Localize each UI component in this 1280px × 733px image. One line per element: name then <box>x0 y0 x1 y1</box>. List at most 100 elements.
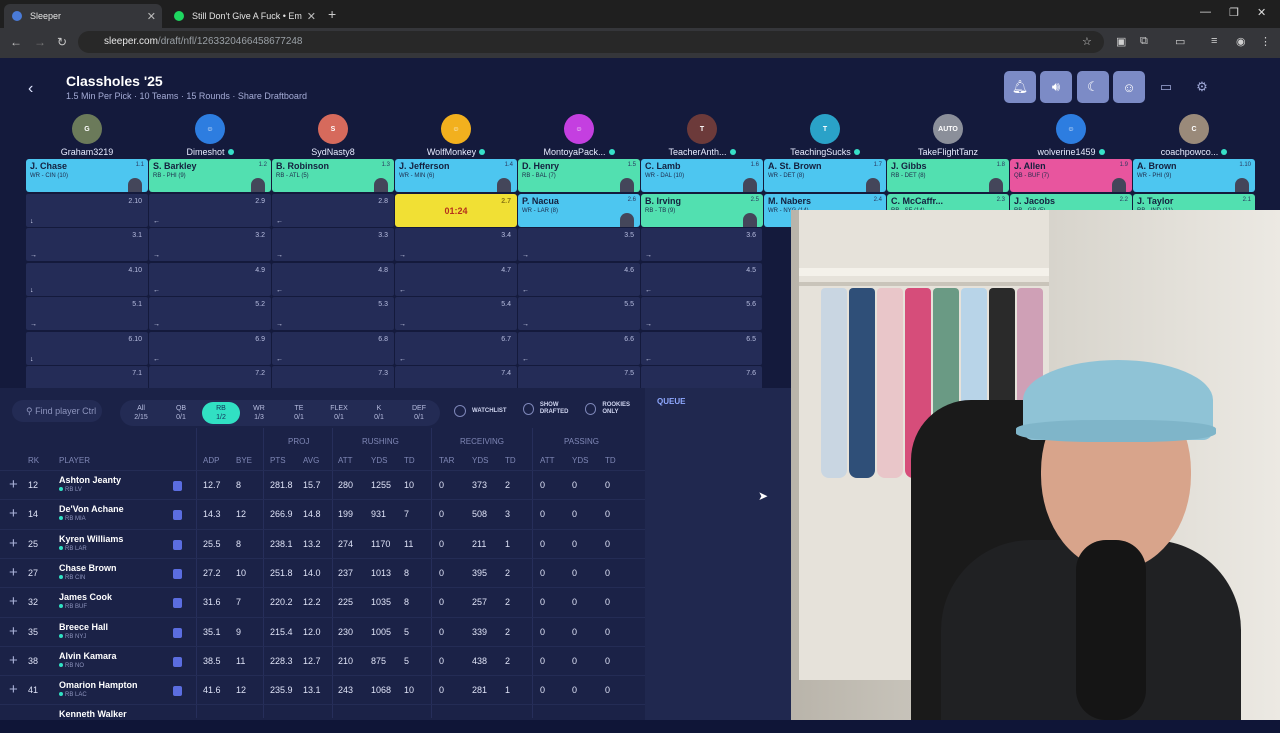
add-to-queue-icon[interactable]: + <box>9 535 18 552</box>
empty-pick-slot[interactable]: 5.6 → <box>641 297 762 330</box>
team-header[interactable]: ☺ WolfMonkey <box>396 114 516 157</box>
pick-card[interactable]: J. Allen QB - BUF (7) 1.9 <box>1010 159 1132 192</box>
pick-card[interactable]: B. Irving RB - TB (9) 2.5 <box>641 194 763 227</box>
empty-pick-slot[interactable]: 4.6 ← <box>518 263 640 296</box>
team-header[interactable]: T TeachingSucks <box>765 114 885 157</box>
team-header[interactable]: ☺ Dimeshot <box>150 114 270 157</box>
player-news-icon[interactable] <box>173 568 182 579</box>
table-row[interactable]: +14 De'Von Achane RB MIA 14.3 12 266.9 14.8 199… <box>0 499 645 528</box>
player-name[interactable]: Alvin Kamara <box>59 651 117 661</box>
pick-card[interactable]: S. Barkley RB - PHI (9) 1.2 <box>149 159 271 192</box>
table-row[interactable]: +35 Breece Hall RB NYJ 35.1 9 215.4 12.0 230 100… <box>0 616 645 646</box>
media-icon[interactable]: ≡ <box>1211 35 1217 47</box>
pick-card[interactable]: P. Nacua WR - LAR (8) 2.6 <box>518 194 640 227</box>
table-row[interactable]: Kenneth Walker <box>0 704 645 733</box>
table-row[interactable]: +38 Alvin Kamara RB NO 38.5 11 228.3 12.7 210 87… <box>0 645 645 675</box>
table-row[interactable]: +12 Ashton Jeanty RB LV 12.7 8 281.8 15.7 280 12… <box>0 470 645 499</box>
column-header-att[interactable]: ATT <box>540 456 555 465</box>
position-filter-k[interactable]: K 0/1 <box>360 402 398 424</box>
empty-pick-slot[interactable]: 2.10 ↓ <box>26 194 148 227</box>
pick-card[interactable]: A. St. Brown WR - DET (8) 1.7 <box>764 159 886 192</box>
bell-button[interactable]: 🔔︎ <box>1004 71 1036 103</box>
empty-pick-slot[interactable]: 6.9 ← <box>149 332 271 365</box>
column-header-tar[interactable]: TAR <box>439 456 454 465</box>
position-filter-all[interactable]: All 2/15 <box>122 402 160 424</box>
close-tab-icon[interactable]: ✕ <box>307 10 316 23</box>
close-window-icon[interactable]: ✕ <box>1257 6 1266 19</box>
empty-pick-slot[interactable]: 2.9 ← <box>149 194 271 227</box>
draft-subtitle[interactable]: 1.5 Min Per Pick · 10 Teams · 15 Rounds … <box>66 91 307 101</box>
column-header-player[interactable]: PLAYER <box>59 456 90 465</box>
empty-pick-slot[interactable]: 6.10 ↓ <box>26 332 148 365</box>
add-to-queue-icon[interactable]: + <box>9 623 18 640</box>
empty-pick-slot[interactable]: 6.7 ← <box>395 332 517 365</box>
pick-card[interactable]: C. Lamb WR - DAL (10) 1.6 <box>641 159 763 192</box>
player-news-icon[interactable] <box>173 627 182 638</box>
empty-pick-slot[interactable]: 4.9 ← <box>149 263 271 296</box>
back-arrow-icon[interactable]: ‹ <box>28 80 33 98</box>
player-news-icon[interactable] <box>173 539 182 550</box>
url-field[interactable]: sleeper.com/draft/nfl/126332046645867724… <box>78 31 1104 53</box>
new-tab-icon[interactable]: + <box>328 6 336 22</box>
add-to-queue-icon[interactable]: + <box>9 681 18 698</box>
pick-card[interactable]: B. Robinson RB - ATL (5) 1.3 <box>272 159 394 192</box>
table-row[interactable]: +41 Omarion Hampton RB LAC 41.6 12 235.9 13.1 2… <box>0 675 645 704</box>
settings-button[interactable]: ⚙ <box>1186 71 1218 103</box>
column-header-td[interactable]: TD <box>605 456 616 465</box>
profile-icon[interactable]: ◉ <box>1236 35 1246 48</box>
empty-pick-slot[interactable]: 6.5 ← <box>641 332 762 365</box>
team-header[interactable]: AUTO TakeFlightTanz <box>888 114 1008 157</box>
extension-icon[interactable]: ▣ <box>1116 35 1126 48</box>
add-to-queue-icon[interactable]: + <box>9 505 18 522</box>
column-header-rk[interactable]: RK <box>28 456 39 465</box>
monitor-button[interactable]: ▭ <box>1150 71 1182 103</box>
column-header-bye[interactable]: BYE <box>236 456 252 465</box>
tab-music[interactable]: Still Don't Give A Fuck • Em ✕ <box>166 4 322 28</box>
player-name[interactable]: Kenneth Walker <box>59 709 127 719</box>
team-header[interactable]: ☺ wolverine1459 <box>1011 114 1131 157</box>
empty-pick-slot[interactable]: 3.1 → <box>26 228 148 261</box>
empty-pick-slot[interactable]: 5.2 → <box>149 297 271 330</box>
column-header-pts[interactable]: PTS <box>270 456 286 465</box>
player-name[interactable]: Omarion Hampton <box>59 680 138 690</box>
pick-card[interactable]: J. Chase WR - CIN (10) 1.1 <box>26 159 148 192</box>
bookmark-star-icon[interactable]: ☆ <box>1082 35 1092 48</box>
team-header[interactable]: G Graham3219 <box>27 114 147 157</box>
puzzle-icon[interactable]: ⧉ <box>1140 35 1148 48</box>
pick-card[interactable]: A. Brown WR - PHI (9) 1.10 <box>1133 159 1255 192</box>
forward-icon[interactable]: → <box>34 35 46 49</box>
player-news-icon[interactable] <box>173 510 182 521</box>
empty-pick-slot[interactable]: 6.6 ← <box>518 332 640 365</box>
maximize-icon[interactable]: ❐ <box>1229 6 1239 19</box>
empty-pick-slot[interactable]: 3.2 → <box>149 228 271 261</box>
empty-pick-slot[interactable]: 4.10 ↓ <box>26 263 148 296</box>
team-header[interactable]: T TeacherAnth... <box>642 114 762 157</box>
column-header-avg[interactable]: AVG <box>303 456 319 465</box>
team-header[interactable]: ☺ MontoyaPack... <box>519 114 639 157</box>
empty-pick-slot[interactable]: 5.3 → <box>272 297 394 330</box>
empty-pick-slot[interactable]: 4.5 ← <box>641 263 762 296</box>
player-name[interactable]: James Cook <box>59 592 112 602</box>
empty-pick-slot[interactable]: 3.3 → <box>272 228 394 261</box>
reload-icon[interactable]: ↻ <box>57 35 67 49</box>
empty-pick-slot[interactable]: 4.7 ← <box>395 263 517 296</box>
watchlist-toggle[interactable]: WATCHLIST <box>454 405 507 417</box>
add-to-queue-icon[interactable]: + <box>9 564 18 581</box>
pick-card[interactable]: D. Henry RB - BAL (7) 1.5 <box>518 159 640 192</box>
position-filter-rb[interactable]: RB 1/2 <box>202 402 240 424</box>
position-filter-flex[interactable]: FLEX 0/1 <box>320 402 358 424</box>
back-icon[interactable]: ← <box>10 35 22 49</box>
player-news-icon[interactable] <box>173 686 182 697</box>
player-search-input[interactable]: ⚲ Find player Ctrl <box>12 400 102 422</box>
position-filter-qb[interactable]: QB 0/1 <box>162 402 200 424</box>
empty-pick-slot[interactable]: 3.5 → <box>518 228 640 261</box>
position-filter-te[interactable]: TE 0/1 <box>280 402 318 424</box>
add-to-queue-icon[interactable]: + <box>9 652 18 669</box>
dark-mode-button[interactable]: ☾ <box>1077 71 1109 103</box>
empty-pick-slot[interactable]: 2.8 ← <box>272 194 394 227</box>
player-name[interactable]: De'Von Achane <box>59 504 124 514</box>
cast-icon[interactable]: ▭ <box>1175 35 1185 48</box>
menu-icon[interactable]: ⋮ <box>1260 35 1271 48</box>
team-header[interactable]: Ccoachpowco... <box>1134 114 1254 157</box>
player-news-icon[interactable] <box>173 481 182 491</box>
